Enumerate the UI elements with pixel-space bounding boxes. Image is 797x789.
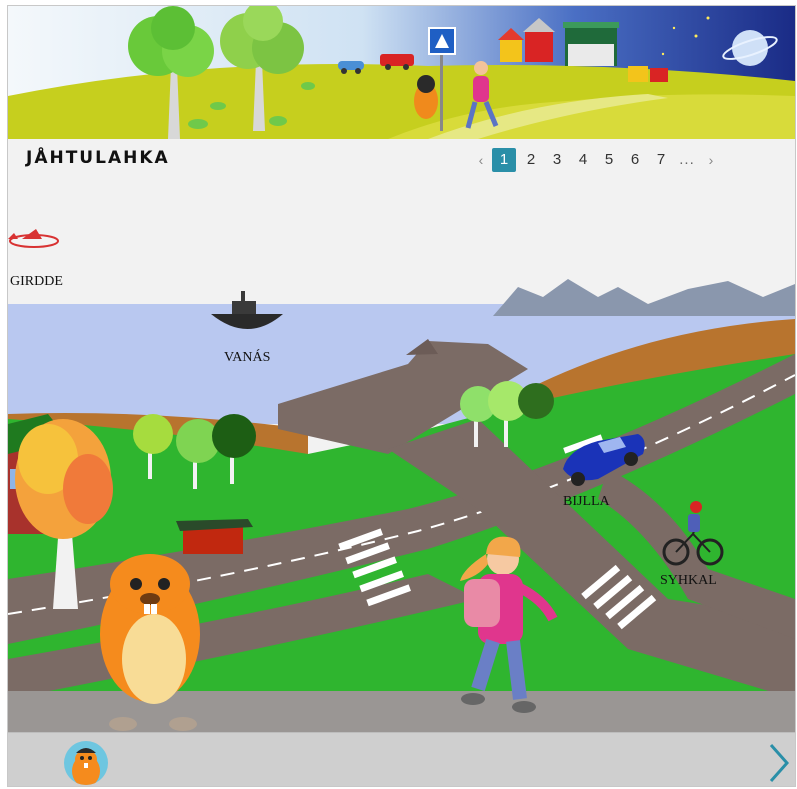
title-bar: JÅHTULAHKA ‹ 1 2 3 4 5 6 7 ... ›: [8, 139, 795, 179]
pagination: ‹ 1 2 3 4 5 6 7 ... ›: [470, 148, 722, 172]
page-link-4[interactable]: 4: [570, 148, 596, 172]
label-boat: VANÁS: [224, 350, 271, 365]
footer-bar: [8, 732, 795, 786]
chevron-left-icon[interactable]: ‹: [470, 148, 492, 172]
banner-illustration: [8, 6, 795, 139]
chevron-right-icon[interactable]: ›: [700, 148, 722, 172]
chevron-right-icon[interactable]: [763, 741, 793, 785]
beaver-avatar-icon[interactable]: [64, 741, 108, 785]
scene-illustration: [8, 179, 795, 732]
page-link-3[interactable]: 3: [544, 148, 570, 172]
page-link-1[interactable]: 1: [492, 148, 516, 172]
page-link-2[interactable]: 2: [518, 148, 544, 172]
pagination-ellipsis[interactable]: ...: [674, 148, 700, 172]
page-title: JÅHTULAHKA: [26, 148, 170, 168]
label-plane: GIRDDE: [10, 274, 63, 289]
page-link-5[interactable]: 5: [596, 148, 622, 172]
traffic-scene: GIRDDE VANÁS BIJLLA SYHKAL: [8, 179, 795, 732]
label-car: BIJLLA: [563, 494, 610, 509]
header-banner: [8, 6, 795, 139]
label-bicycle: SYHKAL: [660, 573, 717, 588]
page-link-6[interactable]: 6: [622, 148, 648, 172]
app-frame: JÅHTULAHKA ‹ 1 2 3 4 5 6 7 ... › GIRDDE …: [7, 5, 796, 787]
page-link-7[interactable]: 7: [648, 148, 674, 172]
